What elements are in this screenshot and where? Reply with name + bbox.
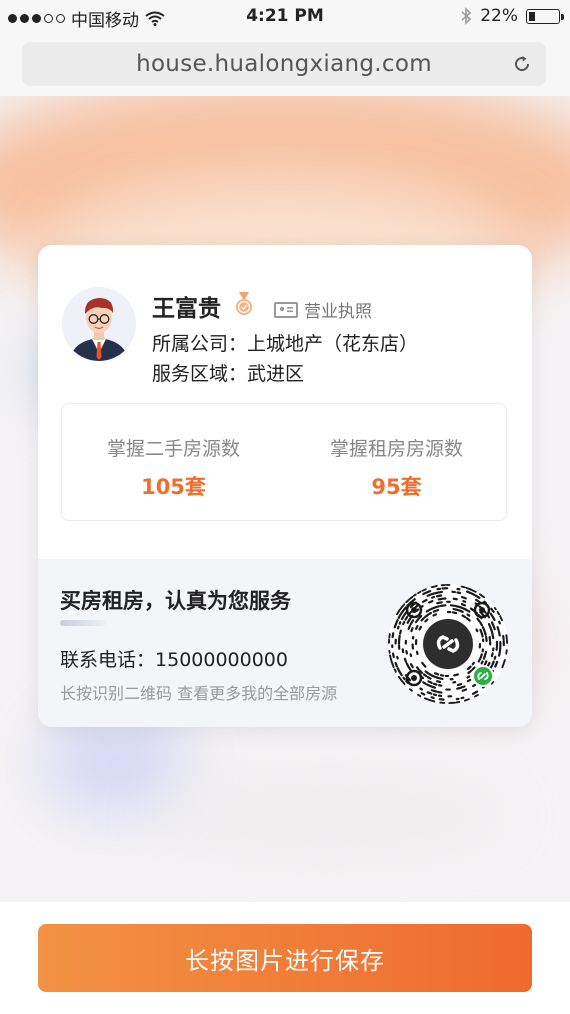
license-icon [274,301,298,318]
stat-value: 105套 [141,475,206,499]
service-area-label: 服务区域： [152,363,248,385]
stat-value: 95套 [371,475,422,499]
license-label: 营业执照 [304,302,372,322]
phone-number[interactable]: 15000000000 [155,649,288,671]
bottom-bar: 长按图片进行保存 [0,902,570,1014]
bluetooth-icon [461,7,472,25]
phone-label: 联系电话： [60,649,156,671]
avatar [62,287,136,361]
slogan-underline [60,620,106,626]
agent-card: 王富贵 营业执照 所属公司：上城地产（花东店） 服务区域：武进区 掌握二手房源数… [38,245,532,727]
qr-hint: 长按识别二维码 查看更多我的全部房源 [60,684,338,703]
url-text: house.hualongxiang.com [136,51,432,77]
listing-stats: 掌握二手房源数 105套 掌握租房房源数 95套 [61,403,507,521]
contact-section: 买房租房，认真为您服务 联系电话：15000000000 长按识别二维码 查看更… [38,559,532,727]
medal-icon [236,292,252,315]
address-bar[interactable]: house.hualongxiang.com [22,42,546,86]
slogan: 买房租房，认真为您服务 [60,589,291,613]
battery-percent: 22% [480,6,518,26]
reload-icon[interactable] [512,54,532,74]
stat-second-hand: 掌握二手房源数 105套 [62,434,285,501]
status-bar: 中国移动 4:21 PM 22% [0,0,570,32]
company-line: 所属公司：上城地产（花东店） [152,329,418,356]
mini-program-code[interactable] [388,584,508,704]
stat-label: 掌握二手房源数 [106,438,240,460]
business-license-link[interactable]: 营业执照 [274,297,372,322]
phone-line: 联系电话：15000000000 [60,645,288,672]
stat-label: 掌握租房房源数 [329,438,463,460]
battery-icon [526,8,564,24]
company-label: 所属公司： [152,333,248,355]
browser-toolbar: house.hualongxiang.com [0,32,570,96]
stat-rental: 掌握租房房源数 95套 [285,434,508,501]
service-area-line: 服务区域：武进区 [152,359,304,386]
save-image-button[interactable]: 长按图片进行保存 [38,924,532,992]
company-value: 上城地产（花东店） [247,333,419,355]
service-area-value: 武进区 [247,363,305,385]
agent-name: 王富贵 [152,296,221,322]
